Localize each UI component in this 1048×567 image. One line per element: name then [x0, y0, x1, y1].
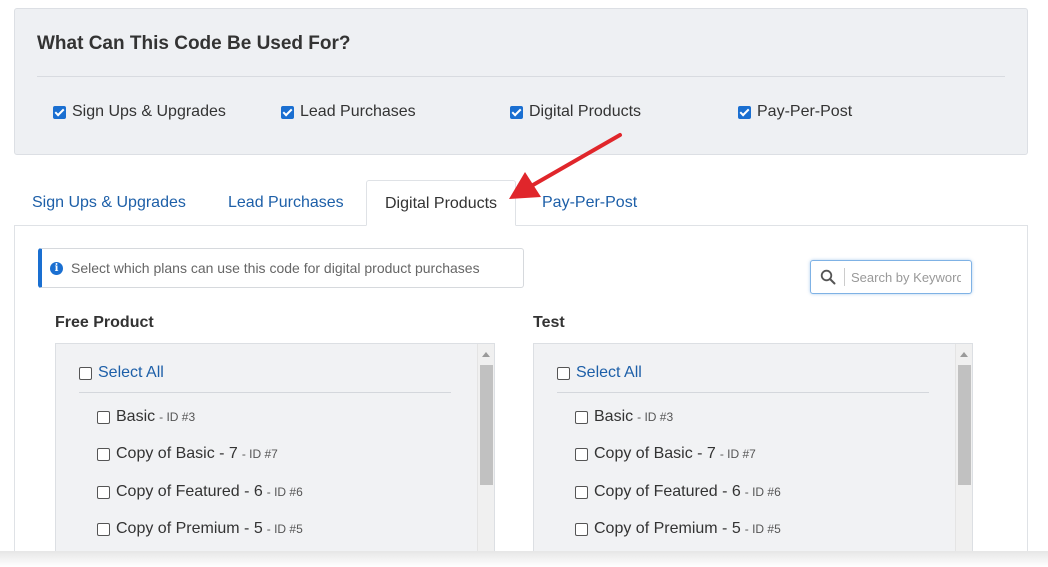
plan-id-text: ID #5: [274, 522, 303, 536]
plan-id-text: ID #3: [644, 410, 674, 424]
scroll-up-icon[interactable]: [482, 352, 490, 357]
usage-option-label: Digital Products: [529, 103, 642, 120]
plan-id-text: ID #5: [752, 522, 781, 536]
tab-lead-purchases[interactable]: Lead Purchases: [210, 180, 362, 226]
checkbox-icon[interactable]: [575, 485, 588, 499]
checkbox-checked-icon[interactable]: [510, 105, 523, 119]
plan-id: - ID #7: [720, 447, 756, 461]
scroll-thumb[interactable]: [480, 365, 493, 485]
plan-id-text: ID #7: [727, 447, 756, 461]
plan-id: - ID #5: [745, 522, 781, 536]
checkbox-icon[interactable]: [575, 410, 588, 424]
plan-list-box: Select All Basic - ID #3 Copy of Basic -…: [55, 343, 495, 567]
scroll-thumb[interactable]: [958, 365, 971, 485]
checkbox-checked-icon[interactable]: [53, 105, 66, 119]
checkbox-icon[interactable]: [97, 410, 110, 424]
plan-id: - ID #3: [637, 410, 673, 424]
plan-name: Basic: [594, 408, 634, 425]
tab-pane-digital-products: i Select which plans can use this code f…: [14, 225, 1028, 567]
plan-item[interactable]: Copy of Basic - 7 - ID #7: [97, 445, 278, 463]
checkbox-checked-icon[interactable]: [738, 105, 751, 119]
plan-item[interactable]: Basic - ID #3: [575, 408, 673, 426]
checkbox-icon[interactable]: [575, 522, 588, 536]
id-dash: -: [637, 410, 642, 424]
usage-title: What Can This Code Be Used For?: [37, 33, 351, 54]
select-all[interactable]: Select All: [79, 364, 164, 382]
info-note-text: Select which plans can use this code for…: [71, 260, 480, 276]
divider: [557, 392, 929, 393]
plan-item[interactable]: Copy of Featured - 6 - ID #6: [575, 483, 781, 501]
id-dash: -: [744, 485, 749, 499]
scroll-up-icon[interactable]: [960, 352, 968, 357]
usage-option-pay-per-post[interactable]: Pay-Per-Post: [738, 103, 852, 121]
divider: [37, 76, 1005, 77]
tab-digital-products[interactable]: Digital Products: [366, 180, 517, 226]
plan-id: - ID #6: [267, 485, 303, 499]
checkbox-icon[interactable]: [79, 366, 92, 380]
select-all[interactable]: Select All: [557, 364, 642, 382]
usage-option-digital-products[interactable]: Digital Products: [510, 103, 641, 121]
plan-name: Copy of Basic - 7: [594, 445, 716, 462]
usage-option-lead-purchases[interactable]: Lead Purchases: [281, 103, 416, 121]
plan-id: - ID #3: [159, 410, 195, 424]
info-note: i Select which plans can use this code f…: [38, 248, 524, 288]
plan-item[interactable]: Basic - ID #3: [97, 408, 195, 426]
search-separator: [844, 268, 845, 286]
plan-item[interactable]: Copy of Basic - 7 - ID #7: [575, 445, 756, 463]
plan-id-text: ID #7: [249, 447, 278, 461]
usage-option-label: Pay-Per-Post: [757, 103, 853, 120]
id-dash: -: [241, 447, 246, 461]
scrollbar[interactable]: [955, 344, 972, 567]
id-dash: -: [266, 522, 271, 536]
id-dash: -: [719, 447, 724, 461]
search-box[interactable]: [810, 260, 972, 294]
plan-name: Copy of Featured - 6: [116, 483, 263, 500]
checkbox-checked-icon[interactable]: [281, 105, 294, 119]
plan-name: Copy of Basic - 7: [116, 445, 238, 462]
id-dash: -: [159, 410, 164, 424]
plan-item[interactable]: Copy of Premium - 5 - ID #5: [575, 520, 781, 538]
checkbox-icon[interactable]: [97, 522, 110, 536]
info-icon: i: [50, 261, 63, 275]
select-all-label: Select All: [576, 364, 642, 381]
plan-column-title: Test: [533, 314, 565, 331]
checkbox-icon[interactable]: [97, 485, 110, 499]
usage-option-label: Sign Ups & Upgrades: [72, 103, 226, 120]
plan-id: - ID #6: [745, 485, 781, 499]
plan-id-text: ID #6: [274, 485, 303, 499]
plan-id-text: ID #6: [752, 485, 781, 499]
checkbox-icon[interactable]: [575, 447, 588, 461]
tab-sign-ups-upgrades[interactable]: Sign Ups & Upgrades: [14, 180, 204, 226]
select-all-label: Select All: [98, 364, 164, 381]
id-dash: -: [266, 485, 271, 499]
plan-name: Copy of Premium - 5: [594, 520, 741, 537]
usage-option-sign-ups[interactable]: Sign Ups & Upgrades: [53, 103, 226, 121]
search-icon: [820, 269, 836, 285]
plan-column-title: Free Product: [55, 314, 154, 331]
scrollbar[interactable]: [477, 344, 494, 567]
plan-list-box: Select All Basic - ID #3 Copy of Basic -…: [533, 343, 973, 567]
plan-name: Copy of Featured - 6: [594, 483, 741, 500]
plan-id-text: ID #3: [166, 410, 196, 424]
plan-id: - ID #5: [267, 522, 303, 536]
checkbox-icon[interactable]: [557, 366, 570, 380]
plan-item[interactable]: Copy of Featured - 6 - ID #6: [97, 483, 303, 501]
plan-name: Basic: [116, 408, 156, 425]
window-edge: [0, 551, 1048, 567]
plan-name: Copy of Premium - 5: [116, 520, 263, 537]
checkbox-icon[interactable]: [97, 447, 110, 461]
plan-item[interactable]: Copy of Premium - 5 - ID #5: [97, 520, 303, 538]
divider: [79, 392, 451, 393]
plan-id: - ID #7: [242, 447, 278, 461]
usage-option-label: Lead Purchases: [300, 103, 416, 120]
id-dash: -: [744, 522, 749, 536]
annotation-arrow-icon: [509, 133, 622, 199]
search-input[interactable]: [851, 269, 961, 285]
